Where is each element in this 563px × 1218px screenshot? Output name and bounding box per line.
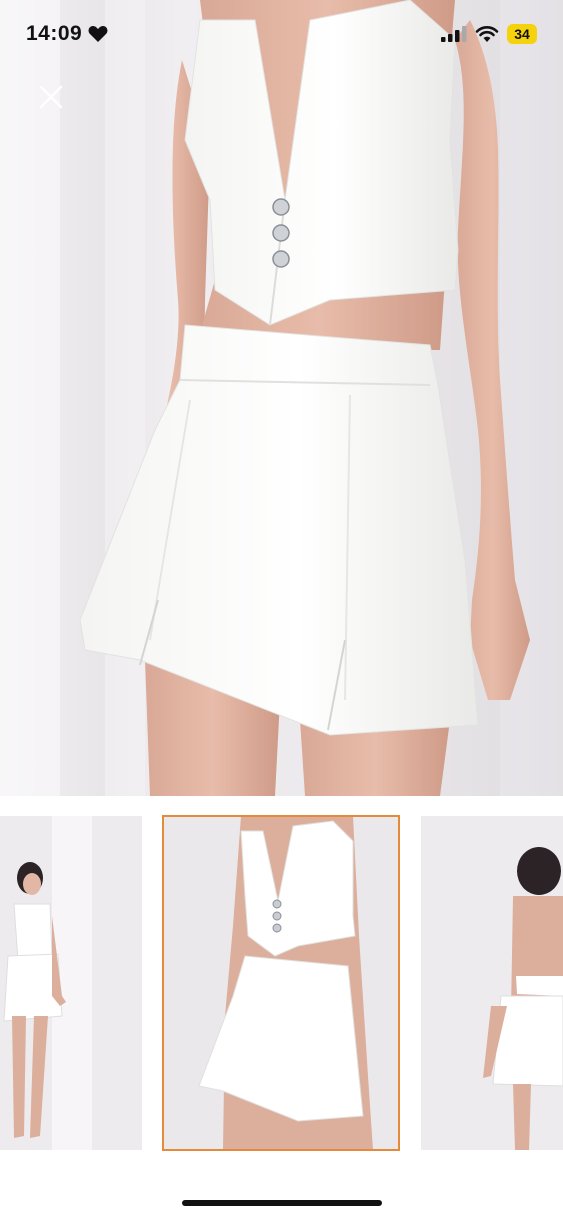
- close-icon: [39, 85, 63, 109]
- home-indicator: [182, 1200, 382, 1206]
- thumbnail-back-view[interactable]: [421, 816, 563, 1150]
- wifi-icon: [475, 26, 499, 42]
- thumbnail-strip: [0, 815, 563, 1152]
- thumbnail-full-body-front[interactable]: [0, 816, 142, 1150]
- close-button[interactable]: [36, 82, 66, 112]
- model-figure: [79, 0, 530, 796]
- battery-indicator: 34: [507, 24, 537, 44]
- thumbnail-image: [421, 816, 563, 1150]
- cellular-signal-icon: [441, 26, 467, 42]
- thumbnail-front-closeup[interactable]: [162, 815, 400, 1151]
- battery-level: 34: [514, 26, 530, 42]
- status-bar: 14:09 34: [0, 0, 563, 68]
- status-time: 14:09: [26, 22, 83, 45]
- thumbnail-image: [0, 816, 142, 1150]
- thumbnail-image: [163, 816, 399, 1150]
- heart-icon: [88, 26, 108, 42]
- main-product-image: 14:09 34: [0, 0, 563, 796]
